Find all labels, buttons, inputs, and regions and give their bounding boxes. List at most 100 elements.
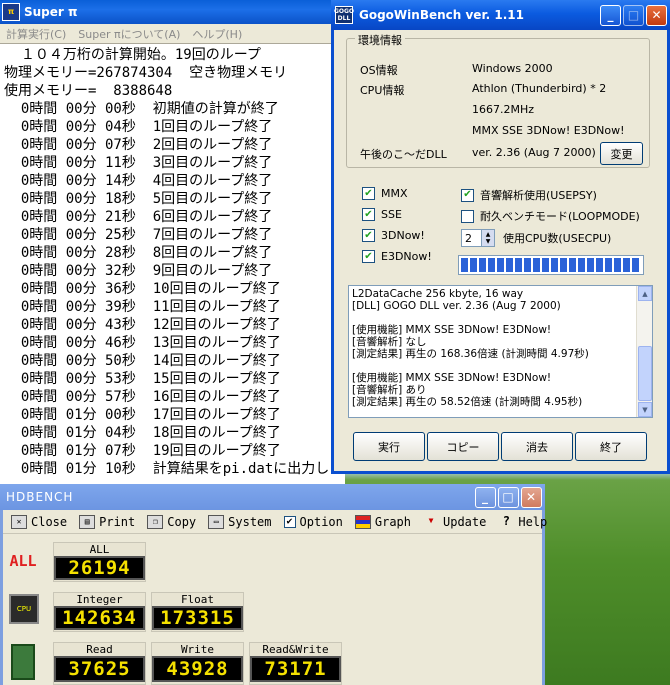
output-line: 0時間 00分 18秒 5回目のループ終了 xyxy=(4,191,273,207)
checkbox-3dnow[interactable]: ✔ xyxy=(362,229,375,242)
env-value: Athlon (Thunderbird) * 2 xyxy=(472,82,607,95)
exit-button[interactable]: 終了 xyxy=(575,432,647,461)
minimize-icon[interactable]: _ xyxy=(600,4,621,26)
copy-button[interactable]: コピー xyxy=(427,432,499,461)
hdbench-toolbar: ✕ Close ▤ Print ❐ Copy ▭ System ✔ Option Grap… xyxy=(3,510,547,534)
scroll-thumb[interactable] xyxy=(638,346,652,401)
output-line: １０４万桁の計算開始。19回のループ xyxy=(4,47,261,63)
check-3dnow[interactable]: ✔ 3DNow! xyxy=(362,229,425,242)
copy-tool-button[interactable]: ❐ Copy xyxy=(141,511,202,533)
help-button[interactable]: ? Help xyxy=(492,511,553,533)
output-line: 0時間 00分 11秒 3回目のループ終了 xyxy=(4,155,273,171)
minimize-icon[interactable]: _ xyxy=(475,486,496,508)
computer-icon: ▭ xyxy=(208,514,225,529)
close-tool-button[interactable]: ✕ Close xyxy=(5,511,73,533)
hdbench-window: HDBENCH _ □ ✕ ✕ Close ▤ Print ❐ Copy ▭ Syste… xyxy=(0,484,547,685)
superpi-title: Super π xyxy=(24,5,78,19)
gogo-titlebar[interactable]: GOGO DLL GogoWinBench ver. 1.11 _ □ ✕ xyxy=(331,0,670,30)
option-checkbox[interactable]: ✔ Option xyxy=(278,511,349,533)
output-line: 0時間 00分 46秒 13回目のループ終了 xyxy=(4,335,281,351)
cpu-count-value[interactable]: 2 xyxy=(465,232,472,245)
superpi-menubar: 計算実行(C) Super πについて(A) ヘルプ(H) xyxy=(0,24,345,44)
print-label: Print xyxy=(99,514,136,529)
progress-segment xyxy=(524,258,531,272)
copy-icon: ❐ xyxy=(147,514,164,529)
scroll-up-icon[interactable]: ▲ xyxy=(638,286,652,301)
output-line: 0時間 00分 32秒 9回目のループ終了 xyxy=(4,263,273,279)
progress-segment xyxy=(542,258,549,272)
cpu-count-spinner[interactable]: 2 ▲ ▼ 使用CPU数(USECPU) xyxy=(461,229,611,247)
progress-segment xyxy=(497,258,504,272)
log-scrollbar[interactable]: ▲ ▼ xyxy=(636,286,652,417)
result-log[interactable]: L2DataCache 256 kbyte, 16 way [DLL] GOGO … xyxy=(348,285,653,418)
hdbench-titlebar[interactable]: HDBENCH _ □ ✕ xyxy=(0,484,545,510)
env-key: 午後のこ～だDLL xyxy=(360,148,447,161)
new-arrow-icon: ▼ xyxy=(428,515,434,525)
menu-about[interactable]: Super πについて(A) xyxy=(72,26,186,42)
progress-segment xyxy=(596,258,603,272)
system-label: System xyxy=(228,514,272,529)
progress-segment xyxy=(533,258,540,272)
progress-segment xyxy=(578,258,585,272)
check-mmx[interactable]: ✔ MMX xyxy=(362,187,408,200)
gogo-button-row: 実行 コピー 消去 終了 xyxy=(353,432,647,461)
output-line: 0時間 01分 00秒 17回目のループ終了 xyxy=(4,407,281,423)
close-icon[interactable]: ✕ xyxy=(521,486,542,508)
check-sse[interactable]: ✔ SSE xyxy=(362,208,402,221)
float-score-display: 173315 xyxy=(152,606,243,630)
checkbox-mmx[interactable]: ✔ xyxy=(362,187,375,200)
graph-icon xyxy=(354,514,371,529)
menu-calculate[interactable]: 計算実行(C) xyxy=(0,26,72,42)
progress-segment xyxy=(488,258,495,272)
help-icon: ? xyxy=(502,513,510,528)
gogo-title: GogoWinBench ver. 1.11 xyxy=(359,8,524,22)
log-line: L2DataCache 256 kbyte, 16 way xyxy=(352,288,524,300)
output-line: 0時間 01分 04秒 18回目のループ終了 xyxy=(4,425,281,441)
option-check-icon[interactable]: ✔ xyxy=(283,515,296,528)
hdbench-title: HDBENCH xyxy=(6,490,74,504)
superpi-titlebar[interactable]: π Super π xyxy=(0,0,345,24)
maximize-icon: □ xyxy=(623,4,644,26)
scroll-down-icon[interactable]: ▼ xyxy=(638,402,652,417)
output-line: 0時間 00分 57秒 16回目のループ終了 xyxy=(4,389,281,405)
checkbox-loopmode[interactable] xyxy=(461,209,474,223)
env-value: MMX SSE 3DNow! E3DNow! xyxy=(472,124,625,137)
check-e3dnow[interactable]: ✔ E3DNow! xyxy=(362,250,432,263)
env-value: ver. 2.36 (Aug 7 2000) xyxy=(472,146,596,159)
run-button[interactable]: 実行 xyxy=(353,432,425,461)
output-line: 0時間 00分 39秒 11回目のループ終了 xyxy=(4,299,281,315)
change-button[interactable]: 変更 xyxy=(600,142,643,165)
progress-segment xyxy=(470,258,477,272)
check-usepsy[interactable]: ✔ 音響解析使用(USEPSY) xyxy=(461,187,597,203)
output-line: 0時間 00分 21秒 6回目のループ終了 xyxy=(4,209,273,225)
menu-help[interactable]: ヘルプ(H) xyxy=(186,26,248,42)
output-line: 0時間 00分 14秒 4回目のループ終了 xyxy=(4,173,273,189)
all-icon: ALL xyxy=(9,552,37,570)
progress-segment xyxy=(569,258,576,272)
update-button[interactable]: ▼ Update xyxy=(417,511,492,533)
maximize-icon[interactable]: □ xyxy=(498,486,519,508)
env-value: Windows 2000 xyxy=(472,62,553,75)
system-button[interactable]: ▭ System xyxy=(202,511,277,533)
update-label: Update xyxy=(443,514,487,529)
output-line: 0時間 00分 50秒 14回目のループ終了 xyxy=(4,353,281,369)
output-line: 物理メモリー=267874304 空き物理メモリ xyxy=(4,65,288,81)
close-icon[interactable]: ✕ xyxy=(646,4,667,26)
output-line: 0時間 00分 53秒 15回目のループ終了 xyxy=(4,371,281,387)
checkbox-sse[interactable]: ✔ xyxy=(362,208,375,221)
graph-button[interactable]: Graph xyxy=(349,511,417,533)
env-value: 1667.2MHz xyxy=(472,103,535,116)
all-score-panel: ALL 26194 xyxy=(53,542,146,582)
read-score-display: 37625 xyxy=(54,656,145,682)
float-score-label: Float xyxy=(180,593,215,606)
check-loopmode[interactable]: 耐久ベンチモード(LOOPMODE) xyxy=(461,208,640,224)
clear-button[interactable]: 消去 xyxy=(501,432,573,461)
spin-arrows-icon[interactable]: ▲ ▼ xyxy=(481,230,494,246)
checkbox-e3dnow[interactable]: ✔ xyxy=(362,250,375,263)
progress-segment xyxy=(461,258,468,272)
checkbox-usepsy[interactable]: ✔ xyxy=(461,188,474,202)
print-button[interactable]: ▤ Print xyxy=(73,511,141,533)
env-info-group-title: 環境情報 xyxy=(355,32,405,48)
progress-segment xyxy=(587,258,594,272)
